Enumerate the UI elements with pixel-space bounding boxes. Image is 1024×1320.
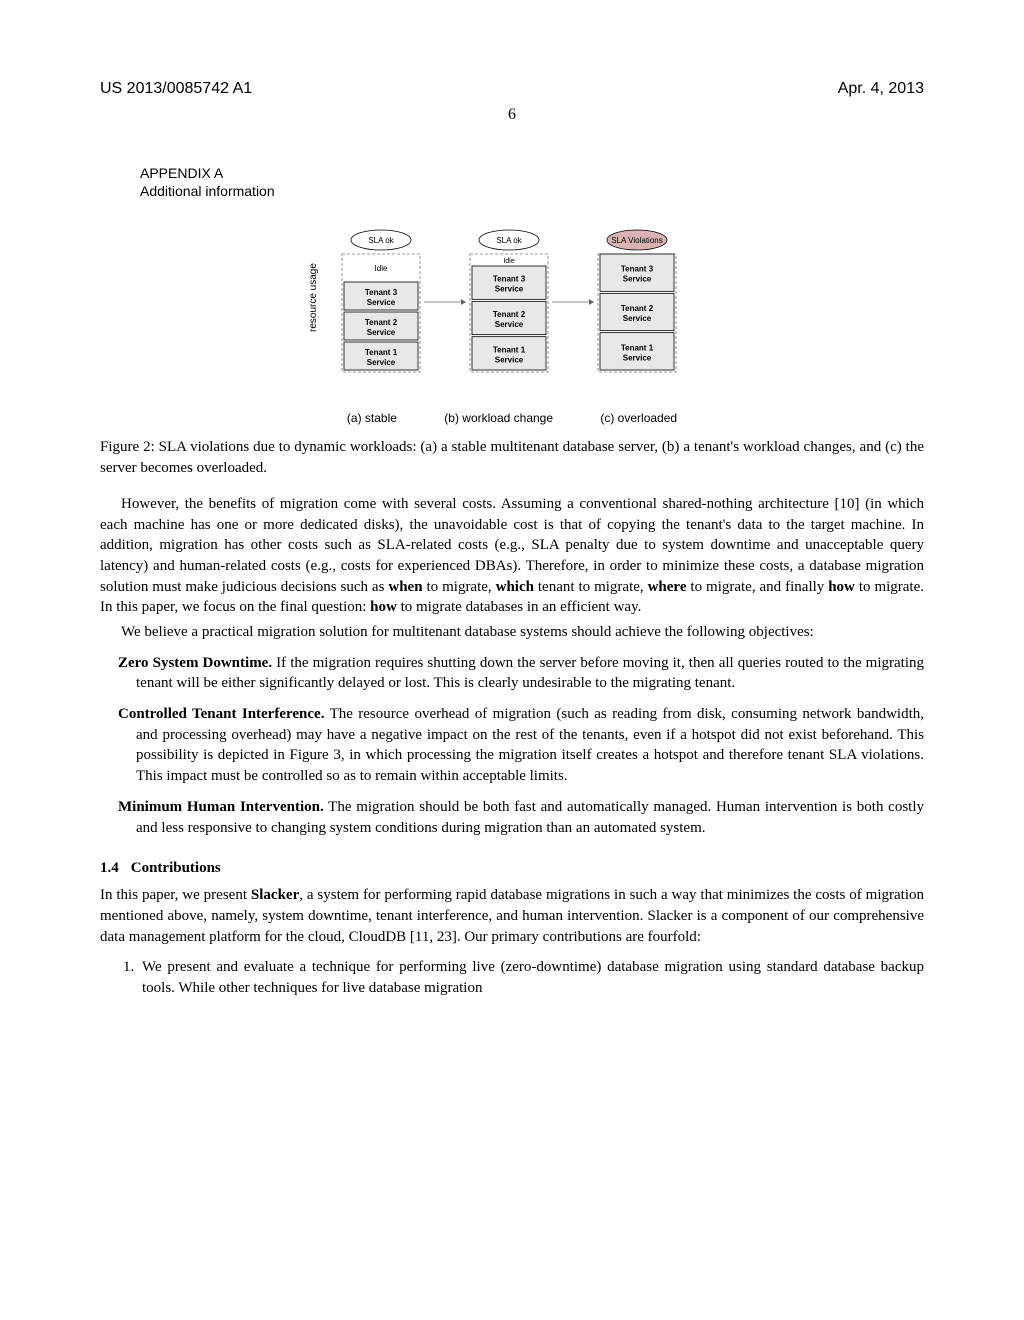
svg-text:Tenant 3: Tenant 3 <box>493 275 526 284</box>
objective-item: Controlled Tenant Interference. The reso… <box>118 704 924 787</box>
svg-text:Service: Service <box>367 328 396 337</box>
page-header: US 2013/0085742 A1 Apr. 4, 2013 <box>100 80 924 98</box>
svg-text:Tenant 1: Tenant 1 <box>493 346 526 355</box>
subfigure-captions: (a) stable (b) workload change (c) overl… <box>100 411 924 425</box>
appendix-title: APPENDIX A <box>140 164 924 182</box>
publication-date: Apr. 4, 2013 <box>838 80 924 98</box>
svg-text:Tenant 2: Tenant 2 <box>365 318 398 327</box>
page-number: 6 <box>100 106 924 124</box>
svg-text:Tenant 1: Tenant 1 <box>365 348 398 357</box>
svg-text:Tenant 1: Tenant 1 <box>621 344 654 353</box>
axis-label: resource usage <box>308 263 319 332</box>
objectives-list: Zero System Downtime. If the migration r… <box>118 653 924 839</box>
page: US 2013/0085742 A1 Apr. 4, 2013 6 APPEND… <box>0 0 1024 1059</box>
objective-item: Zero System Downtime. If the migration r… <box>118 653 924 694</box>
svg-text:Tenant 3: Tenant 3 <box>621 265 654 274</box>
section-title: Contributions <box>131 860 221 876</box>
figure-2: resource usage SLA okIdleTenant 3Service… <box>100 222 924 425</box>
body-para-2: We believe a practical migration solutio… <box>100 622 924 643</box>
svg-text:SLA ok: SLA ok <box>368 236 394 245</box>
objective-item: Minimum Human Intervention. The migratio… <box>118 797 924 838</box>
svg-text:Idle: Idle <box>503 258 514 265</box>
appendix-header: APPENDIX A Additional information <box>140 164 924 200</box>
svg-text:Tenant 2: Tenant 2 <box>493 310 526 319</box>
svg-text:SLA ok: SLA ok <box>496 236 522 245</box>
figure-caption-label: Figure 2: <box>100 439 155 455</box>
svg-text:Service: Service <box>367 298 396 307</box>
section-number: 1.4 <box>100 860 119 876</box>
figure-caption: Figure 2: SLA violations due to dynamic … <box>100 437 924 478</box>
contribution-item: We present and evaluate a technique for … <box>138 957 924 998</box>
svg-text:Service: Service <box>623 275 652 284</box>
svg-text:Service: Service <box>495 320 524 329</box>
svg-text:Service: Service <box>367 358 396 367</box>
svg-text:Tenant 3: Tenant 3 <box>365 288 398 297</box>
subcaption-c: (c) overloaded <box>600 411 677 425</box>
figure-caption-text: SLA violations due to dynamic workloads:… <box>100 439 924 475</box>
svg-text:Tenant 2: Tenant 2 <box>621 304 654 313</box>
subcaption-a: (a) stable <box>347 411 397 425</box>
svg-text:Service: Service <box>495 285 524 294</box>
figure-svg: resource usage SLA okIdleTenant 3Service… <box>302 222 722 402</box>
appendix-subtitle: Additional information <box>140 182 924 200</box>
svg-text:Service: Service <box>495 356 524 365</box>
svg-text:SLA Violations: SLA Violations <box>611 236 662 245</box>
contributions-list: We present and evaluate a technique for … <box>100 957 924 998</box>
svg-text:Service: Service <box>623 314 652 323</box>
svg-text:Idle: Idle <box>375 264 388 273</box>
contributions-intro: In this paper, we present Slacker, a sys… <box>100 885 924 947</box>
section-heading: 1.4 Contributions <box>100 860 924 877</box>
publication-number: US 2013/0085742 A1 <box>100 80 252 98</box>
subcaption-b: (b) workload change <box>444 411 553 425</box>
svg-text:Service: Service <box>623 354 652 363</box>
body-para-1: However, the benefits of migration come … <box>100 494 924 618</box>
